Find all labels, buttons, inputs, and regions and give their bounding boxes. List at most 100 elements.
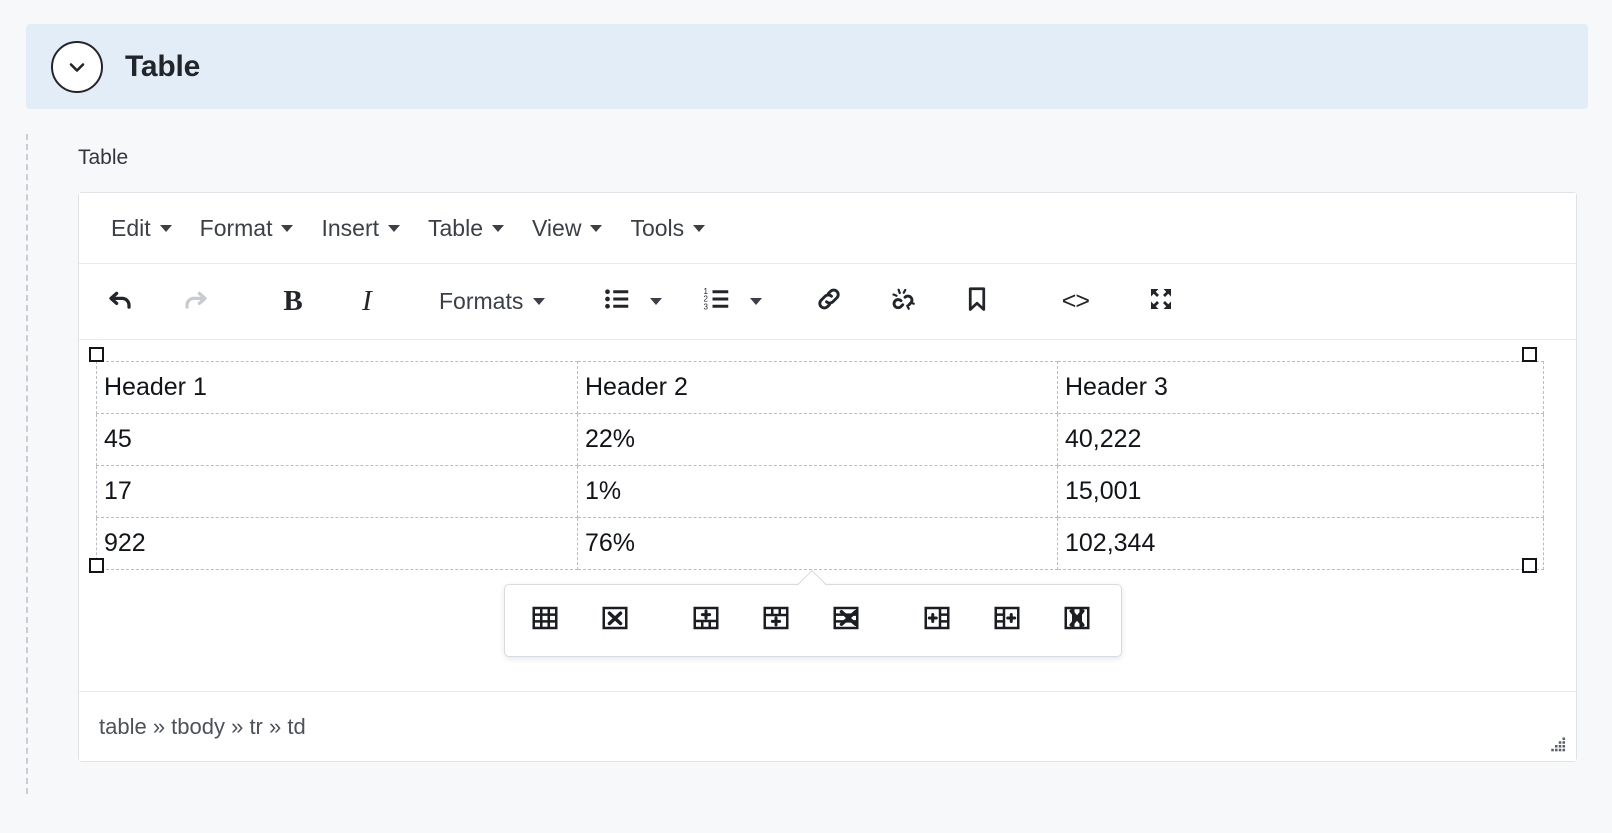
table-resize-handle-bottom-right[interactable] — [1522, 558, 1537, 573]
chevron-down-icon — [388, 224, 401, 232]
menu-format[interactable]: Format — [186, 209, 308, 248]
table-resize-handle-top-left[interactable] — [89, 347, 104, 362]
editor-toolbar: B I Formats 1 2 3 <> — [79, 264, 1576, 340]
panel-header-table[interactable]: Table — [26, 24, 1588, 109]
formats-label: Formats — [439, 288, 524, 314]
menu-insert[interactable]: Insert — [307, 209, 414, 248]
numbered-list-options-button[interactable] — [743, 278, 769, 326]
fullscreen-icon — [1146, 284, 1176, 319]
italic-button[interactable]: I — [341, 278, 393, 326]
menu-tools-label: Tools — [630, 214, 685, 241]
table-properties-icon — [530, 603, 560, 638]
chevron-down-icon — [281, 224, 294, 232]
table-cell[interactable]: 45 — [96, 413, 578, 466]
table-cell[interactable]: 922 — [96, 517, 578, 570]
bullet-list-button[interactable] — [591, 278, 643, 326]
insert-row-below-button[interactable] — [752, 596, 799, 646]
delete-row-icon — [831, 603, 861, 638]
table-cell[interactable]: 22% — [577, 413, 1058, 466]
delete-row-button[interactable] — [822, 596, 869, 646]
table-row[interactable]: Header 1 Header 2 Header 3 — [96, 361, 1544, 414]
redo-button[interactable] — [169, 278, 221, 326]
callout-arrow — [797, 569, 827, 599]
editor-statusbar: table » tbody » tr » td — [79, 691, 1576, 761]
svg-text:3: 3 — [704, 303, 709, 312]
delete-column-icon — [1062, 603, 1092, 638]
table-context-toolbar — [504, 569, 1122, 657]
table-cell[interactable]: 40,222 — [1057, 413, 1544, 466]
chevron-down-icon — [492, 224, 504, 232]
delete-table-icon — [600, 603, 630, 638]
bold-icon: B — [283, 285, 303, 317]
menu-table[interactable]: Table — [414, 209, 518, 248]
insert-row-above-icon — [691, 603, 721, 638]
source-code-icon: <> — [1061, 287, 1090, 315]
table-row[interactable]: 17 1% 15,001 — [96, 465, 1544, 518]
table-cell[interactable]: 1% — [577, 465, 1058, 518]
section-guide-line — [26, 134, 28, 794]
page-root: Table Table Edit Format Insert Table Vie… — [0, 0, 1612, 833]
table-row[interactable]: 45 22% 40,222 — [96, 413, 1544, 466]
table-cell[interactable]: 76% — [577, 517, 1058, 570]
table-resize-handle-top-right[interactable] — [1522, 347, 1537, 362]
page-title: Table — [125, 49, 201, 83]
insert-link-button[interactable] — [803, 278, 855, 326]
chevron-down-icon — [159, 224, 172, 232]
menu-tools[interactable]: Tools — [616, 209, 719, 248]
redo-icon — [180, 284, 210, 319]
chevron-down-icon — [750, 298, 763, 305]
insert-column-before-icon — [922, 603, 952, 638]
table-header-cell-3[interactable]: Header 3 — [1057, 361, 1544, 414]
menu-format-label: Format — [199, 214, 273, 241]
table-cell[interactable]: 102,344 — [1057, 517, 1544, 570]
table-resize-handle-bottom-left[interactable] — [89, 558, 104, 573]
menu-edit-label: Edit — [111, 214, 151, 241]
table-cell[interactable]: 17 — [96, 465, 578, 518]
italic-icon: I — [362, 285, 372, 317]
table-row[interactable]: 922 76% 102,344 — [96, 517, 1544, 570]
table-cell[interactable]: 15,001 — [1057, 465, 1544, 518]
editor-menubar: Edit Format Insert Table View Tools — [79, 193, 1576, 264]
table-properties-button[interactable] — [521, 596, 568, 646]
unlink-icon — [888, 284, 918, 319]
insert-column-before-button[interactable] — [913, 596, 960, 646]
chevron-down-icon — [590, 224, 603, 232]
anchor-button[interactable] — [951, 278, 1003, 326]
source-code-button[interactable]: <> — [1049, 278, 1101, 326]
field-label-table: Table — [78, 146, 129, 169]
insert-row-below-icon — [761, 603, 791, 638]
insert-column-after-icon — [992, 603, 1022, 638]
delete-table-button[interactable] — [591, 596, 638, 646]
bookmark-icon — [962, 284, 992, 319]
formats-dropdown-button[interactable]: Formats — [427, 282, 557, 321]
content-table[interactable]: Header 1 Header 2 Header 3 45 22% 40,222… — [96, 361, 1544, 570]
menu-table-label: Table — [428, 214, 483, 241]
remove-link-button[interactable] — [877, 278, 929, 326]
menu-insert-label: Insert — [321, 214, 380, 241]
table-header-cell-2[interactable]: Header 2 — [577, 361, 1058, 414]
undo-button[interactable] — [95, 278, 147, 326]
insert-row-above-button[interactable] — [682, 596, 729, 646]
chevron-down-icon — [693, 224, 706, 232]
menu-view[interactable]: View — [518, 209, 616, 248]
numbered-list-button[interactable]: 1 2 3 — [691, 278, 743, 326]
bullet-list-icon — [602, 284, 632, 319]
bullet-list-options-button[interactable] — [643, 278, 669, 326]
fullscreen-button[interactable] — [1135, 278, 1187, 326]
chevron-down-icon — [533, 298, 546, 305]
link-icon — [814, 284, 844, 319]
editor-content-area[interactable]: Header 1 Header 2 Header 3 45 22% 40,222… — [79, 340, 1576, 692]
numbered-list-icon: 1 2 3 — [702, 284, 732, 319]
rich-text-editor: Edit Format Insert Table View Tools B I … — [78, 192, 1577, 762]
chevron-down-icon — [650, 298, 663, 305]
bold-button[interactable]: B — [267, 278, 319, 326]
element-path[interactable]: table » tbody » tr » td — [99, 714, 306, 740]
chevron-down-icon[interactable] — [51, 40, 103, 93]
menu-edit[interactable]: Edit — [97, 209, 186, 248]
menu-view-label: View — [532, 214, 582, 241]
table-header-cell-1[interactable]: Header 1 — [96, 361, 578, 414]
undo-icon — [106, 284, 136, 319]
resize-grip-icon[interactable] — [1549, 736, 1567, 754]
insert-column-after-button[interactable] — [983, 596, 1030, 646]
delete-column-button[interactable] — [1053, 596, 1100, 646]
